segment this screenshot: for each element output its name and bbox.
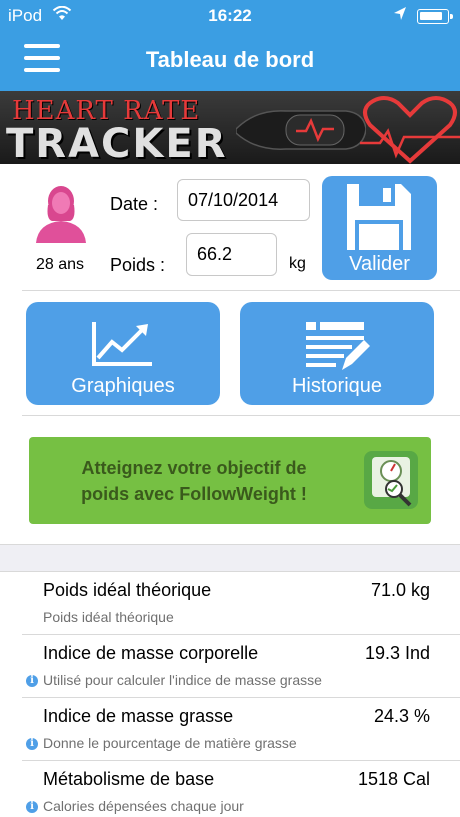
battery-icon — [417, 9, 453, 24]
info-icon[interactable]: i — [26, 675, 38, 687]
stat-row-ideal-weight[interactable]: Poids idéal théorique 71.0 kg Poids idéa… — [0, 572, 460, 635]
section-separator — [0, 544, 460, 572]
scale-icon — [364, 451, 418, 509]
date-label: Date : — [110, 194, 159, 214]
stat-value: 71.0 kg — [370, 580, 430, 600]
clock: 16:22 — [208, 6, 252, 25]
stat-description: Utilisé pour calculer l'indice de masse … — [43, 672, 322, 688]
stat-description: Poids idéal théorique — [43, 609, 174, 625]
edit-list-icon — [306, 322, 370, 370]
stat-name: Poids idéal théorique — [43, 580, 212, 600]
stat-name: Indice de masse grasse — [43, 706, 234, 726]
stat-row-body-fat[interactable]: Indice de masse grasse 24.3 % i Donne le… — [0, 698, 460, 761]
app-banner: HEART RATE TRACKER — [0, 91, 460, 164]
female-user-icon — [36, 186, 86, 243]
floppy-disk-icon — [347, 184, 411, 250]
date-field[interactable] — [177, 179, 310, 221]
validate-button[interactable]: Valider — [322, 176, 437, 280]
stat-value: 19.3 Ind — [364, 643, 430, 663]
stat-name: Indice de masse corporelle — [43, 643, 259, 663]
stat-row-bmi[interactable]: Indice de masse corporelle 19.3 Ind i Ut… — [0, 635, 460, 698]
weight-field[interactable] — [186, 233, 277, 276]
history-label: Historique — [291, 375, 383, 397]
weight-label: Poids : — [110, 255, 166, 275]
history-button[interactable]: Historique — [240, 302, 434, 405]
stat-value: 24.3 % — [373, 706, 430, 726]
info-icon[interactable]: i — [26, 738, 38, 750]
banner-title-line2: TRACKER — [6, 121, 228, 164]
followweight-promo-banner[interactable]: Atteignez votre objectif de poids avec F… — [29, 437, 431, 524]
stat-description: Donne le pourcentage de matière grasse — [43, 735, 297, 751]
navigation-bar: iPod 16:22 Tableau de bord — [0, 0, 460, 91]
promo-text: Atteignez votre objectif de poids avec F… — [29, 455, 359, 507]
heart-rate-strap-icon — [236, 110, 366, 150]
status-bar: iPod 16:22 — [0, 0, 460, 32]
info-icon[interactable]: i — [26, 801, 38, 813]
validate-label: Valider — [349, 253, 410, 275]
charts-label: Graphiques — [71, 375, 175, 397]
charts-button[interactable]: Graphiques — [26, 302, 220, 405]
heart-icon — [360, 96, 460, 164]
weight-unit: kg — [289, 255, 306, 272]
promo-text-line1: Atteignez votre objectif de — [81, 458, 307, 478]
user-age: 28 ans — [35, 256, 85, 273]
promo-text-line2: poids avec FollowWeight ! — [81, 484, 307, 504]
divider — [22, 290, 460, 291]
line-chart-icon — [92, 322, 152, 366]
stat-name: Métabolisme de base — [43, 769, 215, 789]
divider — [22, 415, 460, 416]
stat-value: 1518 Cal — [357, 769, 430, 789]
stat-row-metabolism[interactable]: Métabolisme de base 1518 Cal i Calories … — [0, 761, 460, 817]
page-title: Tableau de bord — [145, 47, 315, 72]
stat-description: Calories dépensées chaque jour — [43, 798, 244, 814]
location-arrow-icon — [394, 7, 406, 20]
